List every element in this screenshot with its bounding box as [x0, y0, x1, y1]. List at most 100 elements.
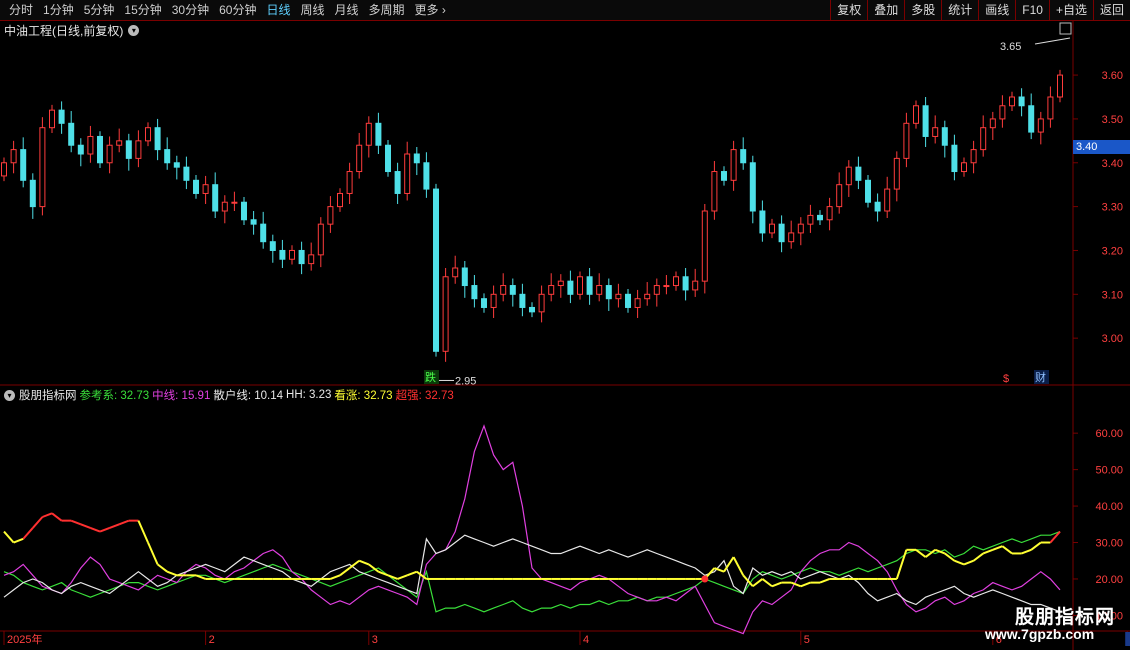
candle-body — [346, 171, 353, 194]
price-tick-label: 3.40 — [1102, 158, 1123, 170]
series-kanzhang-segment — [13, 537, 24, 544]
candle-body — [749, 162, 756, 212]
candle-body — [817, 214, 823, 221]
date-label-4: 5 — [804, 634, 810, 646]
candle-body — [164, 149, 171, 164]
candle-body — [39, 127, 46, 208]
series-chaoqiang-segment — [99, 527, 110, 533]
candle-body — [625, 293, 631, 308]
date-label-0: 2025年 — [7, 632, 42, 646]
candle-body — [980, 127, 987, 151]
series-kanzhang-segment — [137, 520, 149, 543]
candle-body — [730, 149, 737, 181]
series-kanzhang-segment — [790, 581, 802, 588]
candle-body — [845, 166, 852, 186]
indicator-tick-label: 20.00 — [1095, 574, 1123, 586]
candle-body — [989, 118, 996, 129]
candle-body — [394, 171, 401, 194]
series-kanzhang-segment — [358, 559, 370, 566]
series-kanzhang-segment — [915, 549, 927, 558]
candle-body — [740, 149, 747, 164]
candle-body — [260, 223, 267, 243]
series-chaoqiang-segment — [70, 519, 82, 526]
candle-body — [529, 306, 535, 313]
candle-body — [490, 293, 497, 308]
candle-body — [193, 179, 199, 194]
candle-body — [1047, 96, 1054, 120]
series-kanzhang-segment — [1021, 548, 1032, 555]
indicator-tick-label: 60.00 — [1095, 428, 1123, 440]
candle-body — [173, 162, 180, 168]
series-chaoqiang-segment — [22, 527, 34, 540]
candle-body — [682, 276, 689, 291]
candle-body — [999, 105, 1006, 120]
high-marker-label: 3.65 — [1000, 41, 1021, 53]
candle-body — [663, 285, 670, 288]
series-kanzhang-segment — [752, 578, 764, 588]
legend-item-5: 超强: 32.73 — [395, 390, 454, 402]
candle-body — [1009, 96, 1015, 107]
candle-body — [356, 144, 363, 173]
candle-body — [317, 223, 324, 256]
candle-body — [884, 188, 891, 212]
candle-body — [1028, 105, 1035, 133]
signal-dot — [701, 575, 709, 583]
date-label-1: 2 — [209, 634, 215, 646]
series-kanzhang-segment — [972, 552, 984, 562]
candle-body — [221, 201, 228, 212]
candle-body — [154, 127, 161, 151]
series-kanzhang-segment — [397, 574, 408, 580]
series-kanzhang-segment — [330, 574, 341, 580]
legend-item-2: 散户线: 10.14 — [213, 390, 284, 402]
series-kanzhang-segment — [1001, 545, 1013, 555]
candle-body — [87, 135, 94, 155]
indicator-tick-label: 30.00 — [1095, 538, 1123, 550]
candle-body — [1, 162, 7, 177]
series-kanzhang-segment — [771, 581, 782, 588]
candle-body — [836, 184, 843, 208]
candle-body — [269, 241, 276, 251]
price-tick-label: 3.30 — [1102, 202, 1123, 214]
series-kanzhang-segment — [761, 578, 773, 588]
candle-body — [77, 144, 84, 155]
chart-canvas[interactable]: 3.60 3.50 3.40 3.30 3.20 3.10 3.00 60.00 50.00 40… — [0, 0, 1130, 650]
legend-item-1: 中线: 15.91 — [152, 390, 211, 402]
candle-body — [701, 210, 708, 282]
series-kanzhang-segment — [732, 556, 745, 576]
series-chaoqiang-segment — [118, 519, 130, 526]
series-kanzhang-segment — [166, 570, 178, 577]
series-kanzhang-segment — [992, 545, 1003, 551]
candle-body — [855, 166, 862, 181]
price-tick-label: 3.00 — [1102, 333, 1123, 345]
candle-body — [500, 285, 507, 295]
series-kanzhang-segment — [3, 530, 15, 544]
candle-body — [961, 162, 967, 173]
candle-body — [337, 192, 343, 208]
candle-body — [970, 149, 977, 164]
candle-body — [298, 249, 305, 265]
candle-body — [596, 285, 603, 295]
candle-body — [941, 127, 948, 146]
candle-body — [481, 298, 487, 308]
series-zhongxian-line — [3, 424, 1061, 635]
watermark-url: www.7gpzb.com — [985, 626, 1095, 642]
candle-body — [634, 298, 641, 308]
series-kanzhang-segment — [895, 549, 908, 580]
candle-body — [365, 122, 372, 146]
candle-body — [673, 276, 679, 287]
candle-body — [769, 223, 775, 234]
chevron-down-icon[interactable]: ▾ — [4, 389, 15, 401]
high-arrow — [1034, 37, 1071, 45]
series-kanzhang-segment — [819, 578, 830, 584]
candle-body — [721, 171, 727, 181]
candle-body — [404, 153, 411, 194]
date-label-3: 4 — [583, 634, 589, 646]
candle-body — [106, 144, 113, 164]
candle-body — [10, 149, 17, 164]
candle-body — [135, 140, 142, 159]
candle-body — [433, 188, 439, 352]
candle-body — [711, 171, 718, 212]
candle-body — [289, 249, 295, 260]
indicator-tick-label: 40.00 — [1095, 501, 1123, 513]
low-marker-label: 2.95 — [455, 375, 476, 387]
